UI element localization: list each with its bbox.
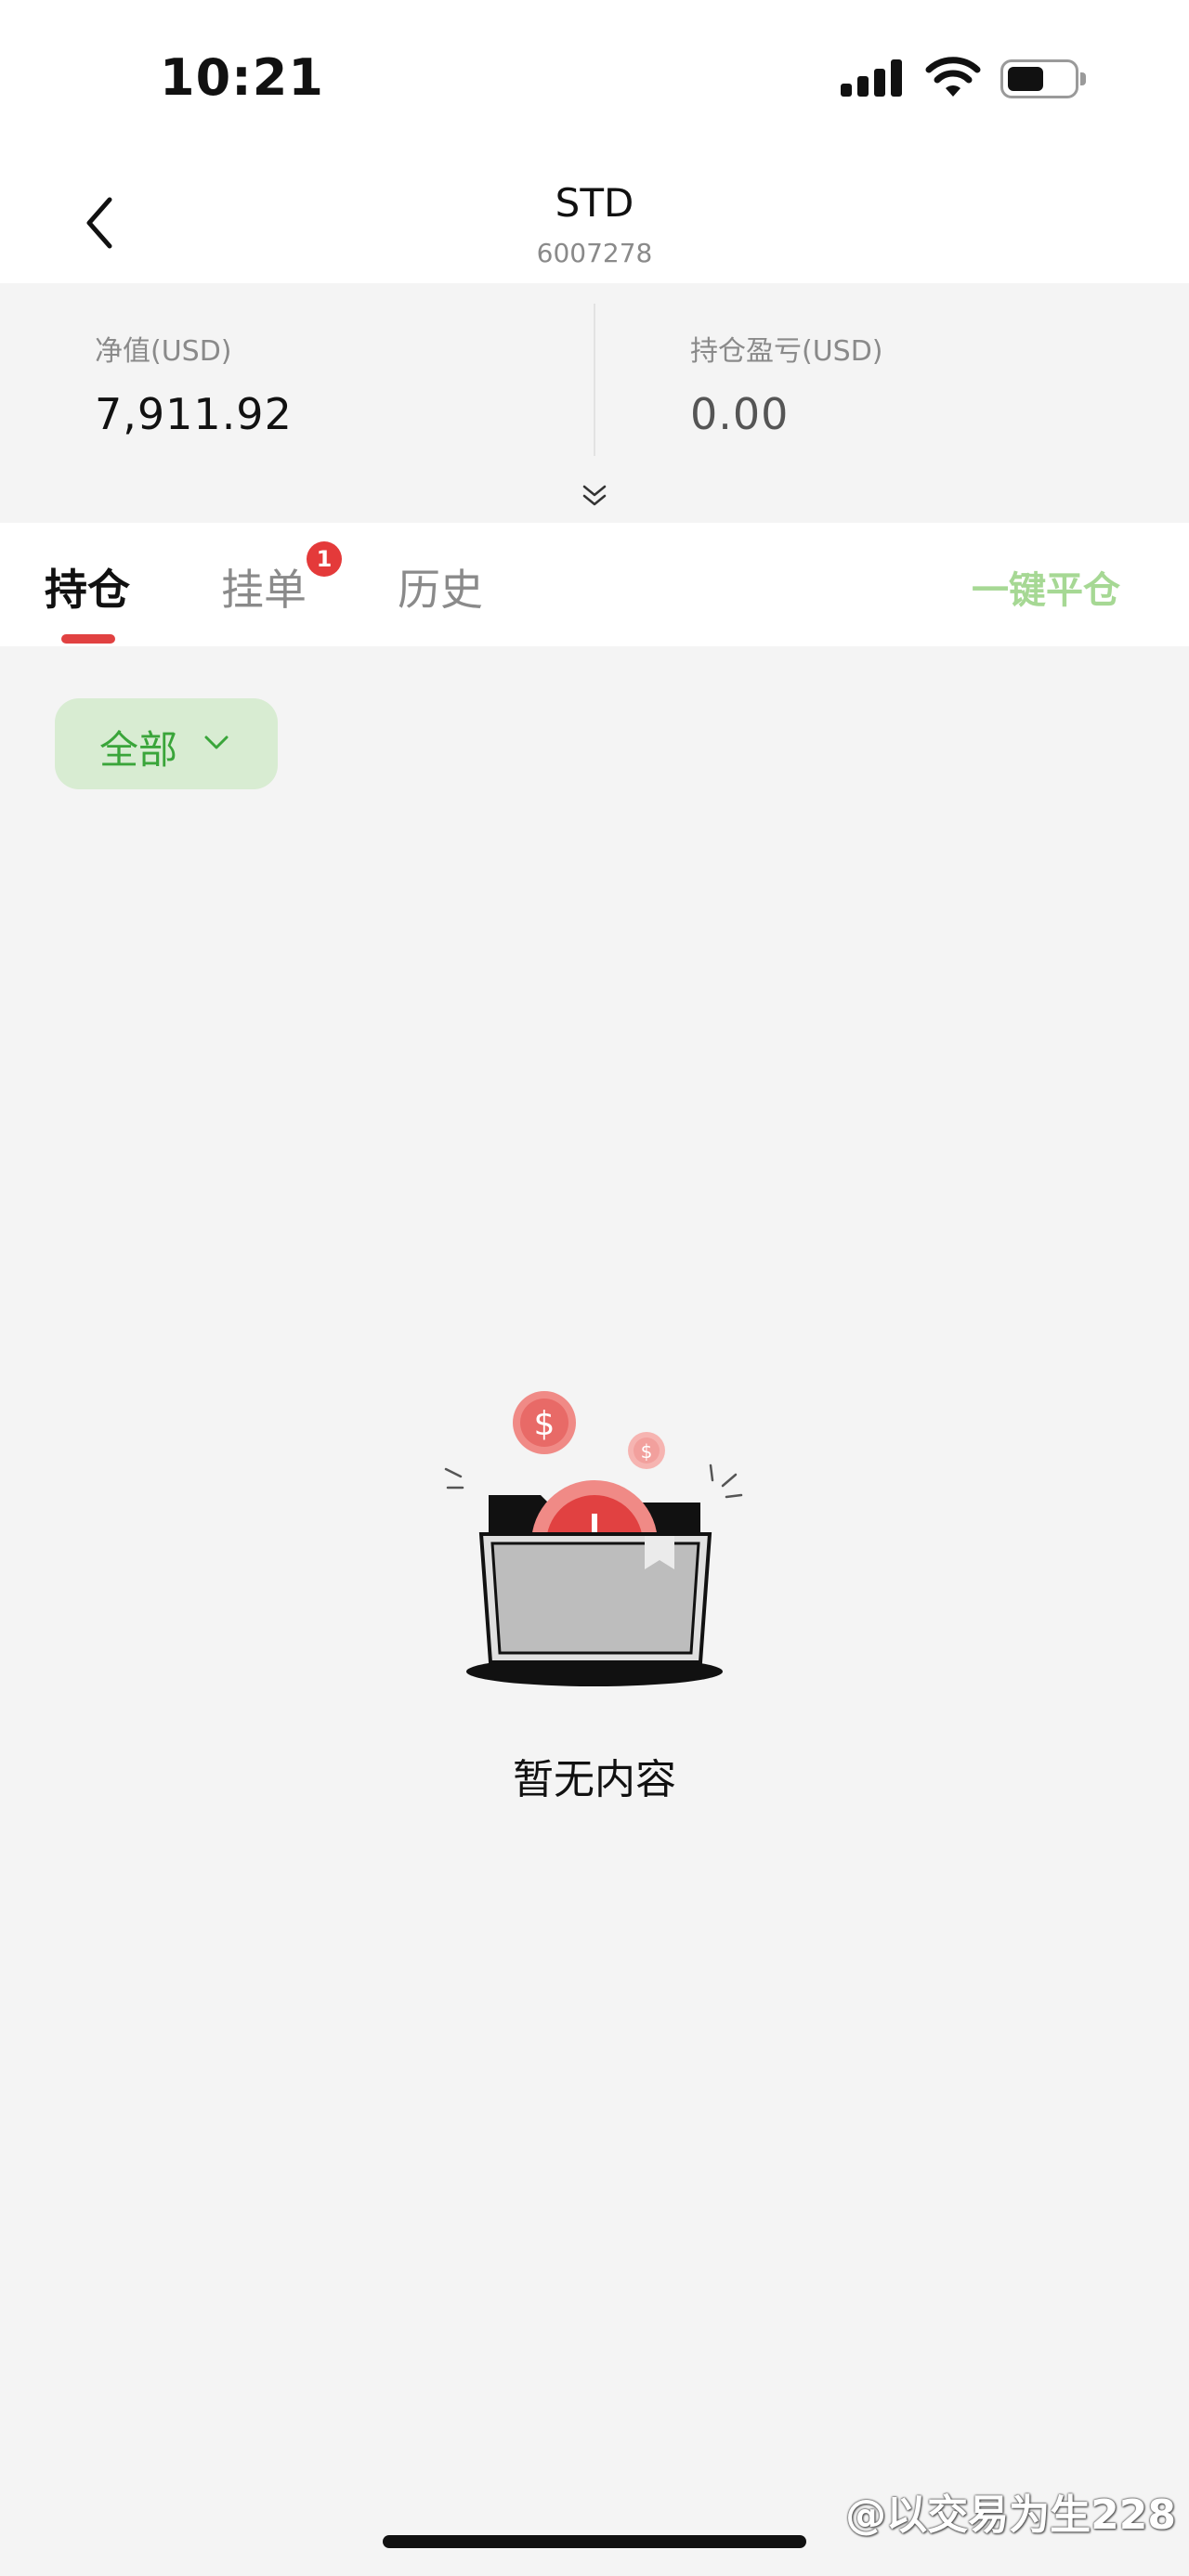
home-indicator[interactable] [383,2535,806,2548]
empty-folder-coins-icon: $ $ [444,1391,743,1686]
double-chevron-down-icon[interactable] [581,483,608,509]
filter-selected-label: 全部 [99,727,178,773]
watermark: @以交易为生228 [845,2491,1176,2539]
status-time: 10:21 [160,48,324,107]
tab-bar: 持仓 挂单 1 历史 一键平仓 [0,523,1189,646]
position-pnl-label: 持仓盈亏(USD) [690,335,883,368]
net-value: 7,911.92 [95,389,293,439]
account-summary: 净值(USD) 7,911.92 持仓盈亏(USD) 0.00 [0,283,1189,523]
chevron-down-icon [204,735,229,749]
pending-orders-badge: 1 [307,541,342,577]
cellular-signal-icon [841,59,906,97]
page-title: STD [555,180,634,226]
status-icons [841,56,1087,102]
tab-pending-orders[interactable]: 挂单 [221,556,307,618]
net-value-block: 净值(USD) 7,911.92 [95,328,293,439]
close-all-button[interactable]: 一键平仓 [972,560,1120,614]
position-pnl: 0.00 [690,389,790,439]
svg-text:$: $ [534,1405,555,1443]
active-tab-indicator [61,634,115,644]
svg-text:$: $ [641,1440,653,1463]
empty-state-text: 暂无内容 [513,1756,676,1803]
position-pnl-block: 持仓盈亏(USD) 0.00 [690,328,883,439]
filter-dropdown[interactable]: 全部 [55,698,278,789]
battery-icon [1000,59,1086,98]
tab-history[interactable]: 历史 [398,556,483,618]
tab-positions[interactable]: 持仓 [45,556,130,618]
top-bar: 10:21 STD 6007278 [0,0,1189,283]
wifi-icon [925,57,981,97]
summary-divider [594,304,595,456]
account-number: 6007278 [536,238,653,268]
net-value-label: 净值(USD) [95,335,232,368]
